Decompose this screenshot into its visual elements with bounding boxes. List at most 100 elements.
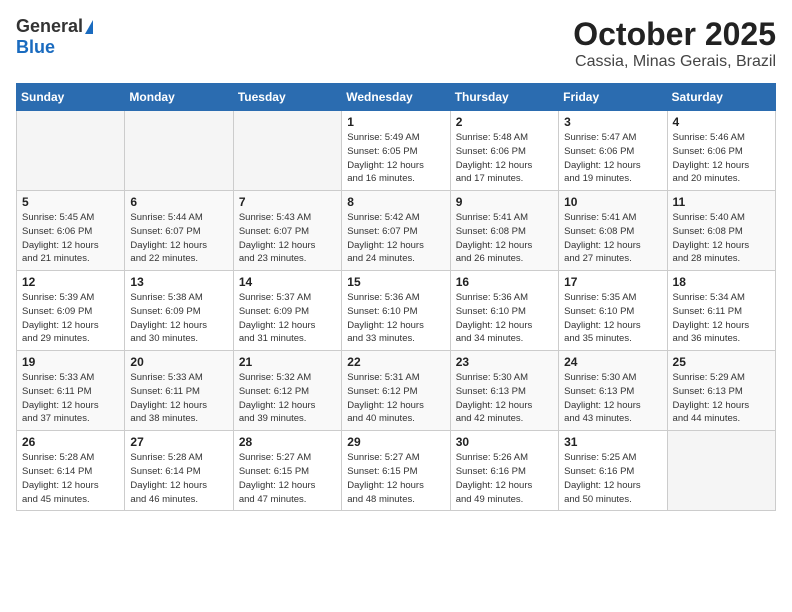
day-info: Sunrise: 5:26 AMSunset: 6:16 PMDaylight:… [456, 451, 553, 506]
calendar-cell: 13 Sunrise: 5:38 AMSunset: 6:09 PMDayligh… [125, 271, 233, 351]
day-info: Sunrise: 5:40 AMSunset: 6:08 PMDaylight:… [673, 211, 770, 266]
weekday-header-saturday: Saturday [667, 84, 775, 111]
calendar-cell: 16 Sunrise: 5:36 AMSunset: 6:10 PMDayligh… [450, 271, 558, 351]
calendar-cell: 9 Sunrise: 5:41 AMSunset: 6:08 PMDaylight… [450, 191, 558, 271]
day-info: Sunrise: 5:39 AMSunset: 6:09 PMDaylight:… [22, 291, 119, 346]
day-info: Sunrise: 5:33 AMSunset: 6:11 PMDaylight:… [22, 371, 119, 426]
calendar-table: SundayMondayTuesdayWednesdayThursdayFrid… [16, 83, 776, 511]
day-info: Sunrise: 5:31 AMSunset: 6:12 PMDaylight:… [347, 371, 444, 426]
day-info: Sunrise: 5:30 AMSunset: 6:13 PMDaylight:… [456, 371, 553, 426]
calendar-cell: 31Sunrise: 5:25 AMSunset: 6:16 PMDayligh… [559, 431, 667, 511]
day-info: Sunrise: 5:45 AMSunset: 6:06 PMDaylight:… [22, 211, 119, 266]
calendar-cell: 19 Sunrise: 5:33 AMSunset: 6:11 PMDayligh… [17, 351, 125, 431]
day-info: Sunrise: 5:44 AMSunset: 6:07 PMDaylight:… [130, 211, 227, 266]
day-info: Sunrise: 5:33 AMSunset: 6:11 PMDaylight:… [130, 371, 227, 426]
day-number: 16 [456, 275, 553, 289]
calendar-week-row: 12 Sunrise: 5:39 AMSunset: 6:09 PMDayligh… [17, 271, 776, 351]
day-number: 13 [130, 275, 227, 289]
day-number: 14 [239, 275, 336, 289]
calendar-cell: 2Sunrise: 5:48 AMSunset: 6:06 PMDaylight… [450, 111, 558, 191]
day-number: 21 [239, 355, 336, 369]
day-info: Sunrise: 5:38 AMSunset: 6:09 PMDaylight:… [130, 291, 227, 346]
calendar-cell: 22 Sunrise: 5:31 AMSunset: 6:12 PMDayligh… [342, 351, 450, 431]
calendar-cell: 30 Sunrise: 5:26 AMSunset: 6:16 PMDayligh… [450, 431, 558, 511]
day-info: Sunrise: 5:42 AMSunset: 6:07 PMDaylight:… [347, 211, 444, 266]
day-number: 9 [456, 195, 553, 209]
calendar-cell: 3 Sunrise: 5:47 AMSunset: 6:06 PMDaylight… [559, 111, 667, 191]
day-number: 31 [564, 435, 661, 449]
logo-general-text: General [16, 16, 83, 37]
calendar-cell: 14 Sunrise: 5:37 AMSunset: 6:09 PMDayligh… [233, 271, 341, 351]
logo-blue-text: Blue [16, 37, 55, 57]
day-number: 7 [239, 195, 336, 209]
title-block: October 2025 Cassia, Minas Gerais, Brazi… [573, 16, 776, 71]
calendar-week-row: 5 Sunrise: 5:45 AMSunset: 6:06 PMDaylight… [17, 191, 776, 271]
day-number: 25 [673, 355, 770, 369]
page-header: General Blue October 2025 Cassia, Minas … [16, 16, 776, 71]
calendar-cell: 29Sunrise: 5:27 AMSunset: 6:15 PMDayligh… [342, 431, 450, 511]
calendar-cell: 11Sunrise: 5:40 AMSunset: 6:08 PMDayligh… [667, 191, 775, 271]
day-info: Sunrise: 5:30 AMSunset: 6:13 PMDaylight:… [564, 371, 661, 426]
day-info: Sunrise: 5:35 AMSunset: 6:10 PMDaylight:… [564, 291, 661, 346]
weekday-header-tuesday: Tuesday [233, 84, 341, 111]
day-info: Sunrise: 5:43 AMSunset: 6:07 PMDaylight:… [239, 211, 336, 266]
day-number: 28 [239, 435, 336, 449]
logo-triangle-icon [85, 20, 93, 34]
calendar-cell [125, 111, 233, 191]
day-info: Sunrise: 5:27 AMSunset: 6:15 PMDaylight:… [239, 451, 336, 506]
calendar-cell: 28 Sunrise: 5:27 AMSunset: 6:15 PMDayligh… [233, 431, 341, 511]
day-number: 26 [22, 435, 119, 449]
calendar-cell: 27Sunrise: 5:28 AMSunset: 6:14 PMDayligh… [125, 431, 233, 511]
calendar-cell: 10 Sunrise: 5:41 AMSunset: 6:08 PMDayligh… [559, 191, 667, 271]
weekday-header-friday: Friday [559, 84, 667, 111]
weekday-header-wednesday: Wednesday [342, 84, 450, 111]
calendar-cell: 15Sunrise: 5:36 AMSunset: 6:10 PMDayligh… [342, 271, 450, 351]
calendar-cell: 8Sunrise: 5:42 AMSunset: 6:07 PMDaylight… [342, 191, 450, 271]
calendar-cell: 7 Sunrise: 5:43 AMSunset: 6:07 PMDaylight… [233, 191, 341, 271]
day-number: 19 [22, 355, 119, 369]
day-number: 3 [564, 115, 661, 129]
day-number: 10 [564, 195, 661, 209]
calendar-week-row: 26Sunrise: 5:28 AMSunset: 6:14 PMDayligh… [17, 431, 776, 511]
weekday-header-thursday: Thursday [450, 84, 558, 111]
day-info: Sunrise: 5:32 AMSunset: 6:12 PMDaylight:… [239, 371, 336, 426]
calendar-cell: 21 Sunrise: 5:32 AMSunset: 6:12 PMDayligh… [233, 351, 341, 431]
day-number: 30 [456, 435, 553, 449]
day-number: 1 [347, 115, 444, 129]
day-number: 22 [347, 355, 444, 369]
day-info: Sunrise: 5:34 AMSunset: 6:11 PMDaylight:… [673, 291, 770, 346]
location-title: Cassia, Minas Gerais, Brazil [573, 53, 776, 71]
day-info: Sunrise: 5:47 AMSunset: 6:06 PMDaylight:… [564, 131, 661, 186]
day-number: 4 [673, 115, 770, 129]
day-info: Sunrise: 5:37 AMSunset: 6:09 PMDaylight:… [239, 291, 336, 346]
calendar-cell: 4 Sunrise: 5:46 AMSunset: 6:06 PMDaylight… [667, 111, 775, 191]
day-number: 29 [347, 435, 444, 449]
calendar-cell: 18 Sunrise: 5:34 AMSunset: 6:11 PMDayligh… [667, 271, 775, 351]
day-number: 5 [22, 195, 119, 209]
calendar-cell: 25Sunrise: 5:29 AMSunset: 6:13 PMDayligh… [667, 351, 775, 431]
day-number: 27 [130, 435, 227, 449]
day-number: 17 [564, 275, 661, 289]
calendar-cell [17, 111, 125, 191]
day-info: Sunrise: 5:46 AMSunset: 6:06 PMDaylight:… [673, 131, 770, 186]
calendar-cell: 24Sunrise: 5:30 AMSunset: 6:13 PMDayligh… [559, 351, 667, 431]
day-info: Sunrise: 5:48 AMSunset: 6:06 PMDaylight:… [456, 131, 553, 186]
calendar-week-row: 19 Sunrise: 5:33 AMSunset: 6:11 PMDayligh… [17, 351, 776, 431]
weekday-header-monday: Monday [125, 84, 233, 111]
calendar-cell: 5 Sunrise: 5:45 AMSunset: 6:06 PMDaylight… [17, 191, 125, 271]
calendar-header-row: SundayMondayTuesdayWednesdayThursdayFrid… [17, 84, 776, 111]
calendar-cell: 20Sunrise: 5:33 AMSunset: 6:11 PMDayligh… [125, 351, 233, 431]
day-info: Sunrise: 5:36 AMSunset: 6:10 PMDaylight:… [456, 291, 553, 346]
day-info: Sunrise: 5:41 AMSunset: 6:08 PMDaylight:… [456, 211, 553, 266]
month-title: October 2025 [573, 16, 776, 53]
calendar-cell: 17 Sunrise: 5:35 AMSunset: 6:10 PMDayligh… [559, 271, 667, 351]
day-number: 18 [673, 275, 770, 289]
calendar-cell: 23Sunrise: 5:30 AMSunset: 6:13 PMDayligh… [450, 351, 558, 431]
calendar-cell [667, 431, 775, 511]
day-number: 6 [130, 195, 227, 209]
day-info: Sunrise: 5:41 AMSunset: 6:08 PMDaylight:… [564, 211, 661, 266]
calendar-cell [233, 111, 341, 191]
calendar-cell: 26Sunrise: 5:28 AMSunset: 6:14 PMDayligh… [17, 431, 125, 511]
calendar-week-row: 1Sunrise: 5:49 AMSunset: 6:05 PMDaylight… [17, 111, 776, 191]
day-number: 12 [22, 275, 119, 289]
